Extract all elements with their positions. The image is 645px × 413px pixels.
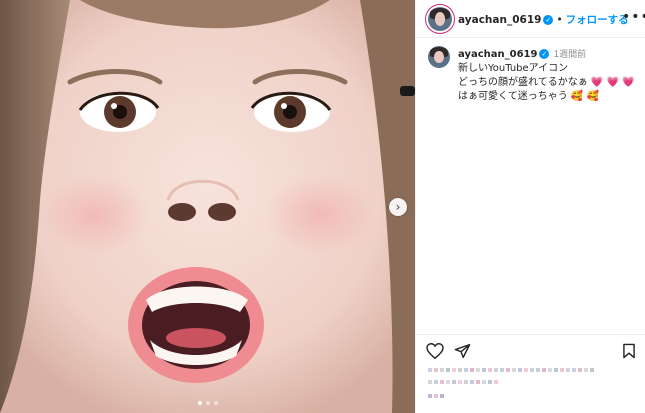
caption-line: 新しいYouTubeアイコン: [458, 63, 569, 74]
more-options-icon[interactable]: •••: [622, 9, 645, 25]
caption-header: ayachan_0619 ✓ 1週間前: [458, 48, 638, 62]
blurred-comment: [428, 380, 498, 384]
caption-author-avatar[interactable]: [428, 46, 450, 68]
carousel-next-button[interactable]: ›: [389, 198, 407, 216]
verified-badge-icon: ✓: [539, 49, 550, 59]
author-avatar[interactable]: [428, 7, 452, 31]
blurred-comment: [428, 394, 444, 398]
chevron-right-icon: ›: [395, 200, 401, 214]
caption-line: どっちの顔が盛れてるかなぁ 💗 💗 💗: [458, 77, 635, 88]
post-header: ayachan_0619✓•フォローする •••: [416, 0, 645, 38]
avatar-face: [434, 50, 444, 64]
send-icon[interactable]: [454, 343, 471, 359]
carousel-dots: [198, 401, 218, 405]
post-caption: ayachan_0619 ✓ 1週間前 新しいYouTubeアイコン どっちの顔が盛…: [458, 48, 638, 104]
post-actions-bar: [416, 334, 645, 364]
bookmark-icon[interactable]: [622, 343, 636, 359]
instagram-post-view: › ayachan_0619✓•フォローする ••• ayachan_0619✓…: [0, 0, 645, 413]
heart-outline-icon[interactable]: [426, 343, 444, 359]
caption-username[interactable]: ayachan_0619: [458, 49, 537, 60]
separator: •: [556, 14, 563, 26]
post-photo-image: [0, 0, 415, 413]
avatar-face: [434, 12, 446, 26]
carousel-dot: [214, 401, 218, 405]
caption-line: はぁ可愛くて迷っちゃう 🥰 🥰: [458, 91, 599, 102]
carousel-dot: [206, 401, 210, 405]
author-username[interactable]: ayachan_0619: [458, 14, 541, 26]
blurred-comment: [428, 368, 594, 372]
carousel-dot: [198, 401, 202, 405]
post-time: 1週間前: [553, 50, 587, 60]
header-user-line: ayachan_0619 ✓ • フォローする: [458, 12, 629, 27]
post-photo[interactable]: ›: [0, 0, 415, 413]
follow-button[interactable]: フォローする: [566, 14, 629, 26]
verified-badge-icon: ✓: [543, 15, 554, 25]
post-side-panel: ayachan_0619✓•フォローする ••• ayachan_0619✓1週…: [415, 0, 645, 413]
